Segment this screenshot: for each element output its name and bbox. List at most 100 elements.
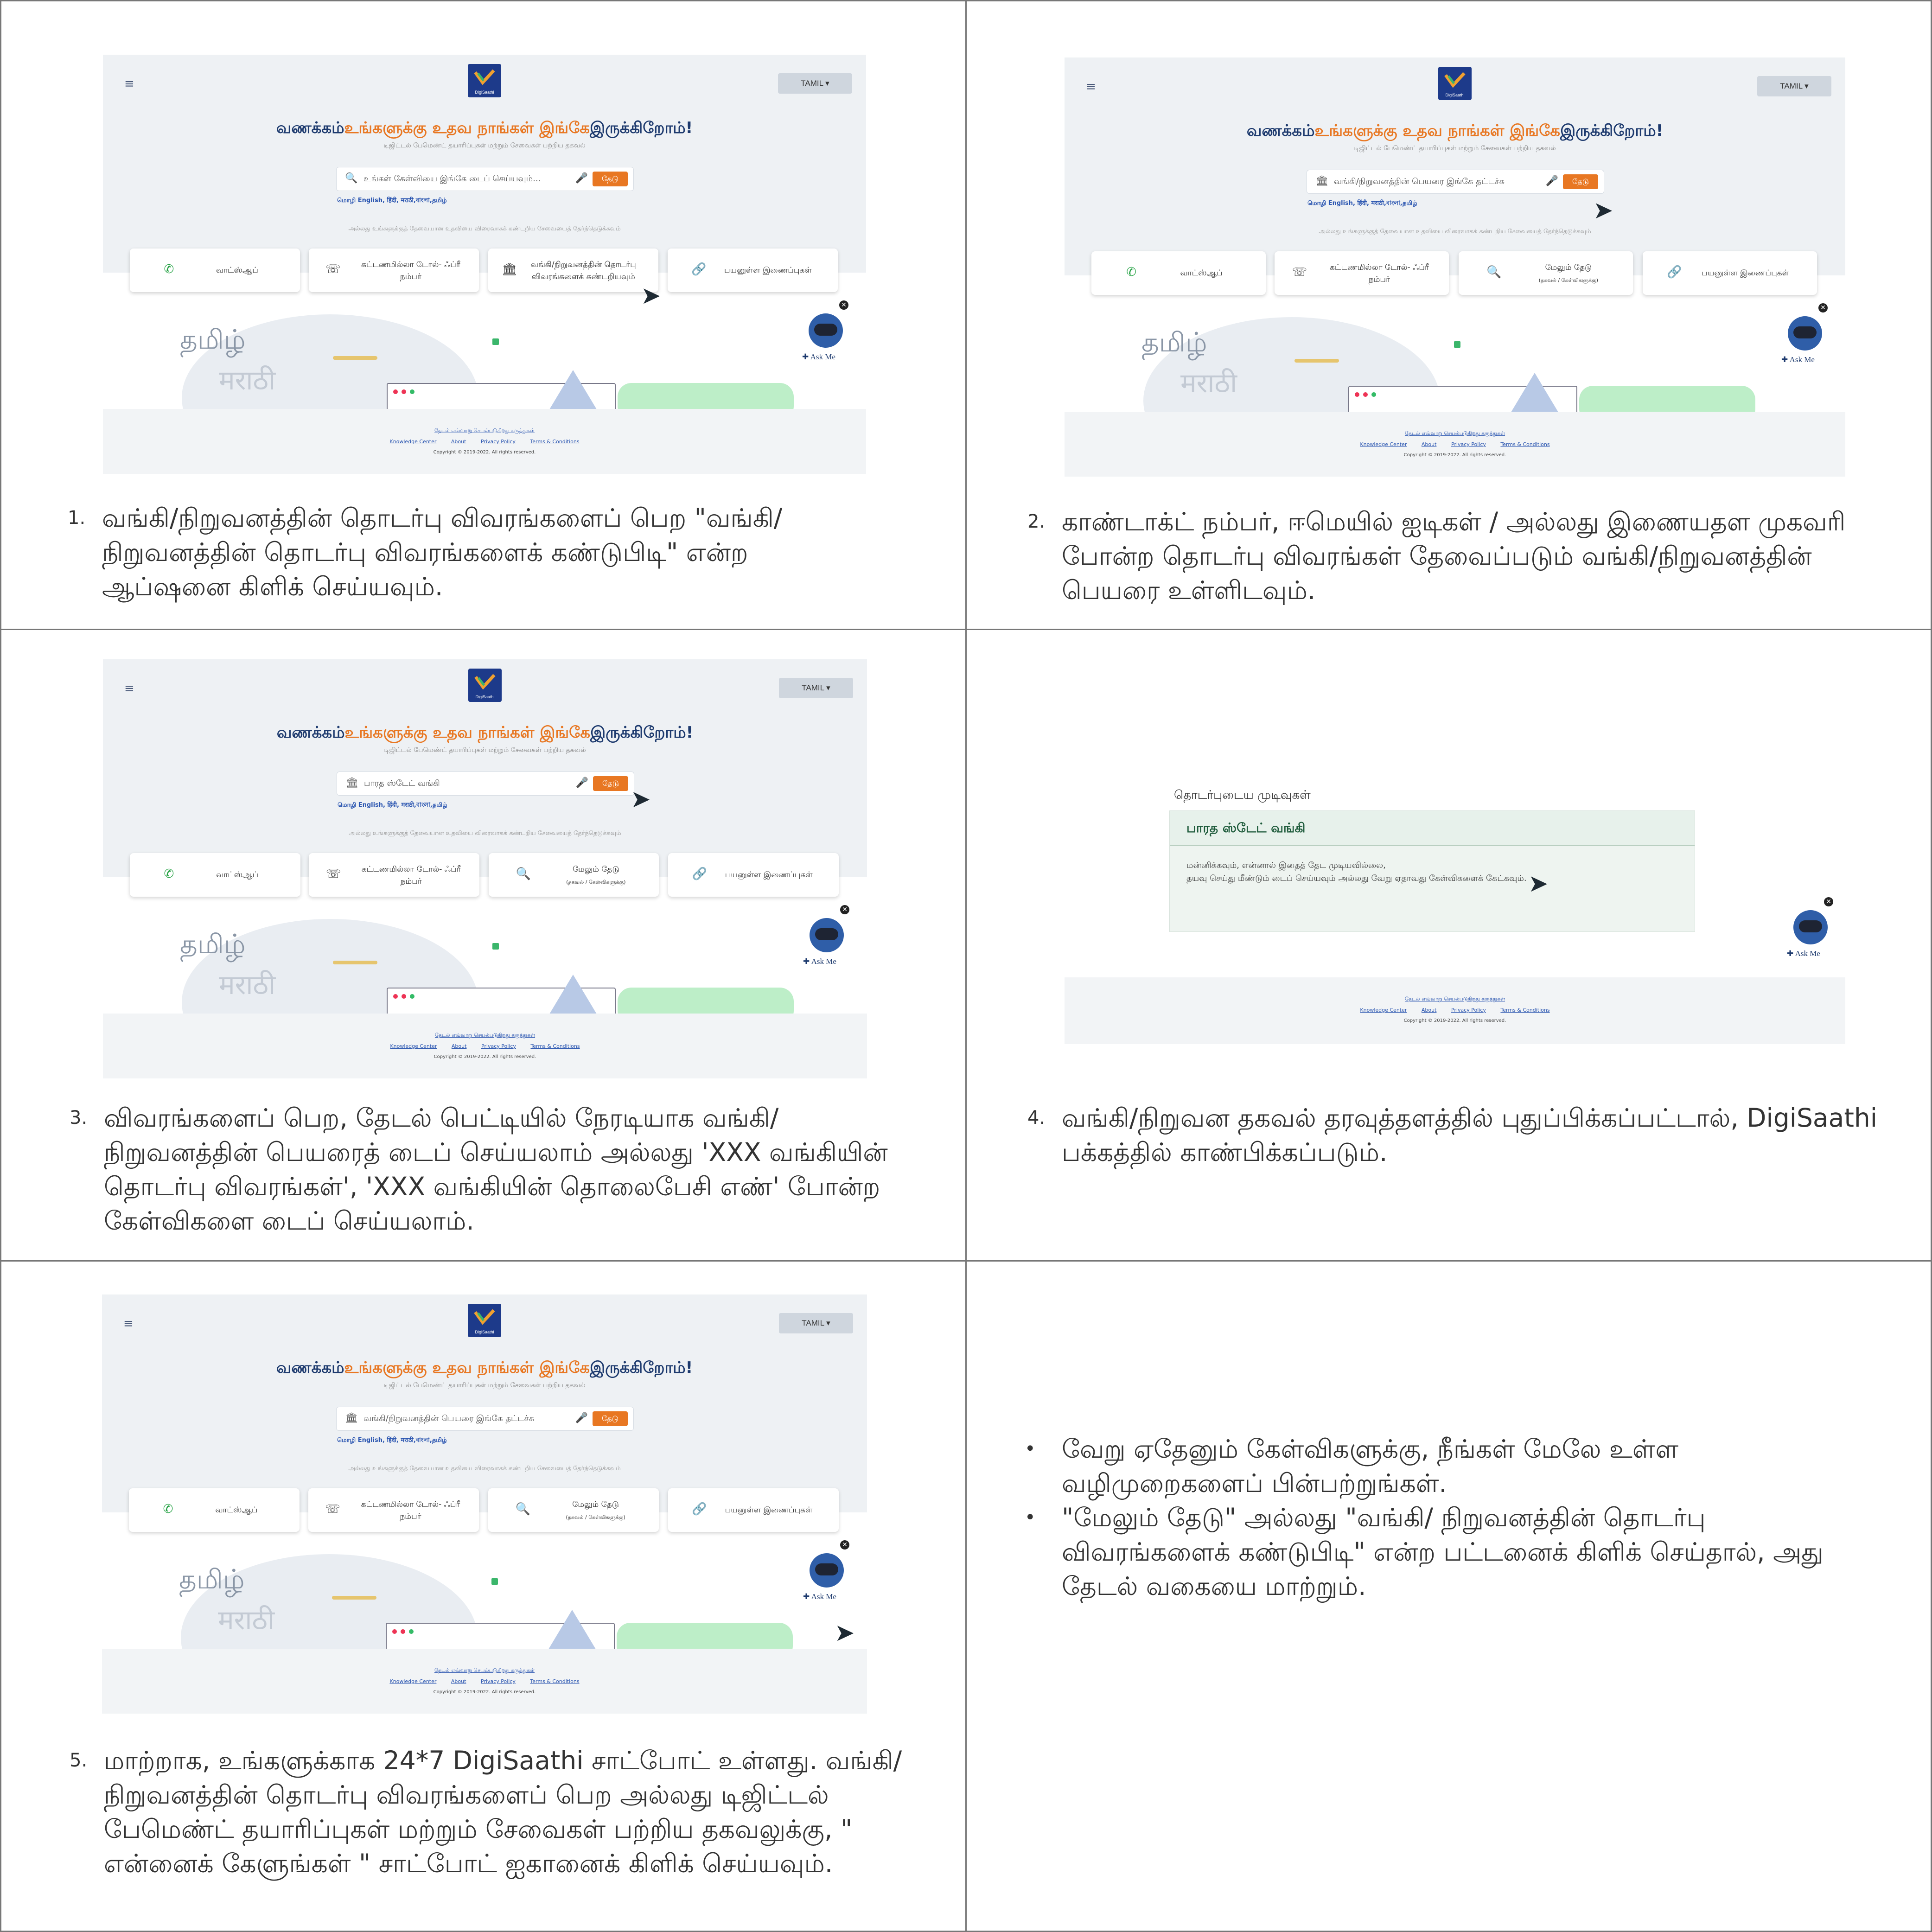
knowledge-center-link[interactable]: Knowledge Center (390, 1043, 437, 1049)
chatbot-ask-me[interactable]: ✕ ✚ Ask Me (801, 1540, 852, 1610)
illustration-pill (1579, 386, 1755, 412)
language-dropdown[interactable]: TAMIL ▾ (1757, 76, 1831, 96)
search-button[interactable]: தேடு (593, 172, 628, 186)
robot-visor (815, 928, 838, 940)
language-links[interactable]: மொழி English, हिंदी, मराठी,বাংলা,தமிழ் (337, 1435, 447, 1446)
knowledge-center-link[interactable]: Knowledge Center (389, 1678, 436, 1684)
whatsapp-card[interactable]: ✆ வாட்ஸ்ஆப் (129, 1488, 300, 1532)
ask-me-label: ✚ Ask Me (802, 352, 835, 361)
about-link[interactable]: About (452, 1043, 467, 1049)
tollfree-card[interactable]: ☏ கட்டணமில்லா டோல்- ஃப்ரீ நம்பர் (1275, 251, 1449, 295)
privacy-link[interactable]: Privacy Policy (481, 439, 516, 445)
step-number: 5. (70, 1750, 88, 1771)
menu-icon[interactable]: ≡ (1086, 80, 1096, 94)
step4-footer: தேடல் எவ்வாறு செயல்படுகிறது கருத்துகள் K… (1065, 977, 1845, 1044)
search-input[interactable]: 🏛 வங்கி/நிறுவனத்தின் பெயரை இங்கே தட்டச்ச… (336, 1407, 634, 1431)
search-input[interactable]: 🏛 வங்கி/நிறுவனத்தின் பெயரை இங்கே தட்டச்ச… (1307, 170, 1604, 194)
whatsapp-card[interactable]: ✆ வாட்ஸ்ஆப் (130, 249, 300, 292)
tollfree-card[interactable]: ☏ கட்டணமில்லா டோல்- ஃப்ரீ நம்பர் (308, 1488, 479, 1532)
robot-visor (814, 324, 837, 336)
close-icon[interactable]: ✕ (1818, 303, 1828, 312)
result-card[interactable]: பாரத ஸ்டேட் வங்கி மன்னிக்கவும், என்னால் … (1169, 810, 1695, 932)
result-bank-name: பாரத ஸ்டேட் வங்கி (1186, 820, 1306, 835)
language-links[interactable]: மொழி English, हिंदी, मराठी,বাংলা,தமிழ் (337, 196, 447, 206)
search-button[interactable]: தேடு (593, 1411, 628, 1426)
search-more-card[interactable]: 🔍 மேலும் தேடு (தகவல் / கேள்விகளுக்கு) (488, 853, 659, 897)
terms-link[interactable]: Terms & Conditions (530, 1678, 579, 1684)
search-button[interactable]: தேடு (1563, 174, 1598, 189)
useful-links-card[interactable]: 🔗 பயனுள்ள இணைப்புகள் (668, 853, 839, 897)
mouse-cursor-icon: ➤ (1593, 197, 1613, 224)
useful-links-card[interactable]: 🔗 பயனுள்ள இணைப்புகள் (1642, 251, 1817, 295)
tollfree-card[interactable]: ☏ கட்டணமில்லா டோல்- ஃப்ரீ நம்பர் (308, 249, 479, 292)
language-links[interactable]: மொழி English, हिंदी, मराठी,বাংলা,தமிழ் (1307, 198, 1417, 209)
terms-link[interactable]: Terms & Conditions (530, 1043, 580, 1049)
chatbot-ask-me[interactable]: ✕ ✚ Ask Me (801, 905, 852, 975)
search-more-card[interactable]: 🔍 மேலும் தேடு (தகவல் / கேள்விகளுக்கு) (488, 1488, 659, 1532)
digisaathi-logo[interactable]: DigiSaathi (468, 669, 502, 702)
note-item: வேறு ஏதேனும் கேள்விகளுக்கு, நீங்கள் மேலே… (1025, 1432, 1878, 1500)
step2-screenshot: ≡ DigiSaathi TAMIL ▾ வணக்கம்உங்களுக்கு உ… (1065, 57, 1845, 493)
mic-icon[interactable]: 🎤 (576, 777, 588, 789)
footer-top-links[interactable]: தேடல் எவ்வாறு செயல்படுகிறது கருத்துகள் (103, 427, 866, 434)
grid-divider-vertical (965, 0, 967, 1932)
chatbot-ask-me[interactable]: ✕ ✚ Ask Me (1785, 897, 1836, 967)
chatbot-ask-me[interactable]: ✕ ✚ Ask Me (1779, 303, 1830, 373)
knowledge-center-link[interactable]: Knowledge Center (389, 439, 436, 445)
digisaathi-logo[interactable]: DigiSaathi (468, 64, 501, 97)
privacy-link[interactable]: Privacy Policy (1451, 1007, 1486, 1013)
menu-icon[interactable]: ≡ (124, 682, 134, 695)
link-icon: 🔗 (692, 867, 708, 881)
search-button[interactable]: தேடு (593, 776, 628, 791)
copyright: Copyright © 2019-2022. All rights reserv… (433, 450, 536, 455)
search-input[interactable]: 🏛 பாரத ஸ்டேட் வங்கி 🎤 தேடு (337, 772, 634, 796)
hero-subtitle: டிஜிட்டல் பேமெண்ட் தயாரிப்புகள் மற்றும் … (384, 746, 586, 754)
privacy-link[interactable]: Privacy Policy (1451, 441, 1486, 447)
mic-icon[interactable]: 🎤 (575, 172, 588, 184)
about-link[interactable]: About (1422, 1007, 1437, 1013)
privacy-link[interactable]: Privacy Policy (481, 1678, 516, 1684)
privacy-link[interactable]: Privacy Policy (481, 1043, 516, 1049)
whatsapp-card[interactable]: ✆ வாட்ஸ்ஆப் (130, 853, 300, 897)
useful-links-card[interactable]: 🔗 பயனுள்ள இணைப்புகள் (667, 249, 838, 292)
about-link[interactable]: About (451, 1678, 466, 1684)
language-links[interactable]: மொழி English, हिंदी, मराठी,বাংলা,தமிழ் (338, 800, 447, 810)
about-link[interactable]: About (1422, 441, 1437, 447)
terms-link[interactable]: Terms & Conditions (1500, 441, 1549, 447)
close-icon[interactable]: ✕ (840, 1540, 849, 1549)
menu-icon[interactable]: ≡ (124, 77, 134, 91)
footer-top-links[interactable]: தேடல் எவ்வாறு செயல்படுகிறது கருத்துகள் (102, 1667, 867, 1674)
digisaathi-logo[interactable]: DigiSaathi (1438, 67, 1472, 100)
step1-screenshot: ≡ DigiSaathi TAMIL ▾ வணக்கம்உங்களுக்கு உ… (103, 55, 866, 488)
footer-top-links[interactable]: தேடல் எவ்வாறு செயல்படுகிறது கருத்துகள் (103, 1032, 867, 1039)
copyright: Copyright © 2019-2022. All rights reserv… (434, 1054, 536, 1059)
about-link[interactable]: About (451, 439, 466, 445)
footer-top-links[interactable]: தேடல் எவ்வாறு செயல்படுகிறது கருத்துகள் (1065, 996, 1845, 1003)
knowledge-center-link[interactable]: Knowledge Center (1360, 441, 1407, 447)
language-dropdown[interactable]: TAMIL ▾ (779, 1313, 853, 1333)
welcome-headline: வணக்கம்உங்களுக்கு உதவ நாங்கள் இங்கேஇருக்… (1246, 121, 1664, 140)
close-icon[interactable]: ✕ (840, 905, 849, 914)
search-input[interactable]: 🔍 உங்கள் கேள்வியை இங்கே டைப் செய்யவும்..… (336, 167, 634, 191)
close-icon[interactable]: ✕ (1824, 897, 1833, 906)
tollfree-card[interactable]: ☏ கட்டணமில்லா டோல்- ஃப்ரீ நம்பர் (309, 853, 479, 897)
terms-link[interactable]: Terms & Conditions (1500, 1007, 1549, 1013)
welcome-headline: வணக்கம்உங்களுக்கு உதவ நாங்கள் இங்கேஇருக்… (276, 119, 693, 137)
close-icon[interactable]: ✕ (839, 300, 848, 310)
terms-link[interactable]: Terms & Conditions (530, 439, 579, 445)
knowledge-center-link[interactable]: Knowledge Center (1360, 1007, 1407, 1013)
mic-icon[interactable]: 🎤 (1546, 175, 1558, 187)
menu-icon[interactable]: ≡ (123, 1317, 134, 1331)
language-dropdown[interactable]: TAMIL ▾ (778, 73, 852, 94)
copyright: Copyright © 2019-2022. All rights reserv… (1403, 453, 1506, 458)
useful-links-card[interactable]: 🔗 பயனுள்ள இணைப்புகள் (668, 1488, 839, 1532)
search-more-card[interactable]: 🔍 மேலும் தேடு (தகவல் / கேள்விகளுக்கு) (1458, 251, 1633, 295)
mic-icon[interactable]: 🎤 (575, 1412, 588, 1424)
digisaathi-logo[interactable]: DigiSaathi (468, 1304, 501, 1337)
language-dropdown[interactable]: TAMIL ▾ (779, 678, 853, 698)
whatsapp-card[interactable]: ✆ வாட்ஸ்ஆப் (1091, 251, 1266, 295)
find-contact-card[interactable]: 🏛 வங்கி/நிறுவனத்தின் தொடர்பு விவரங்களைக் … (488, 249, 658, 292)
chatbot-ask-me[interactable]: ✕ ✚ Ask Me (800, 300, 851, 370)
whatsapp-icon: ✆ (164, 262, 174, 276)
footer-top-links[interactable]: தேடல் எவ்வாறு செயல்படுகிறது கருத்துகள் (1065, 430, 1845, 437)
